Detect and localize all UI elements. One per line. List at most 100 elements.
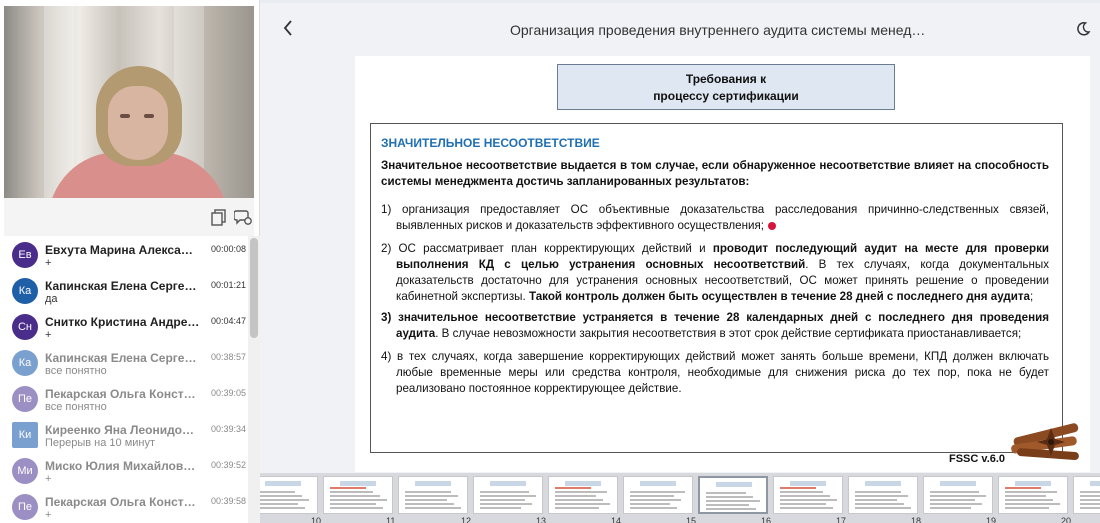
thumbnail-text-line (1005, 503, 1060, 505)
chat-author: Капинская Елена Серге… (45, 351, 197, 365)
chat-message-text: + (45, 257, 52, 269)
chat-timestamp: 00:39:52 (210, 460, 246, 470)
thumbnail-text-line (405, 507, 461, 509)
slide-thumbnail[interactable] (773, 476, 843, 514)
thumbnail-text-line (630, 499, 681, 501)
slide-thumbnail[interactable] (260, 476, 318, 514)
thumbnail-text-line (555, 499, 603, 501)
thumbnail-text-line (555, 507, 599, 509)
avatar: Ки (12, 422, 38, 448)
slide-item-2: 2) ОС рассматривает план корректирующих … (381, 241, 1049, 305)
thumbnail-accent-line (330, 487, 366, 489)
chat-message: Ки Киреенко Яна Леонидо… 00:39:34 Перерыв н… (4, 416, 252, 452)
chat-message: Пе Пекарская Ольга Конст… 00:39:05 все поня… (4, 380, 252, 416)
slide-thumbnail[interactable] (698, 476, 768, 514)
thumbnail-number: 10 (311, 516, 322, 523)
thumbnail-text-line (930, 503, 982, 505)
chat-icon[interactable] (234, 208, 252, 226)
thumbnail-title-mark (940, 481, 976, 486)
thumbnail-accent-line (555, 487, 591, 489)
thumbnail-text-line (780, 499, 837, 501)
thumbnail-text-line (1005, 495, 1046, 497)
thumbnail-text-line (706, 496, 753, 498)
chat-message-text: + (45, 473, 52, 485)
moon-icon[interactable] (1075, 21, 1091, 37)
slide-thumbnail[interactable] (473, 476, 543, 514)
chat-message: Ев Евхута Марина Алекса… 00:00:08 + (4, 236, 252, 272)
slide-thumbnail[interactable] (623, 476, 693, 514)
avatar: Пе (12, 386, 38, 412)
thumbnail-text-line (1005, 499, 1053, 501)
slide-content-box: ЗНАЧИТЕЛЬНОЕ НЕСООТВЕТСТВИЕ Значительное… (370, 123, 1063, 453)
avatar: Ми (12, 458, 38, 484)
thumbnail-number: 19 (986, 516, 997, 523)
presenter-face (108, 86, 168, 160)
thumbnail-text-line (1005, 491, 1057, 493)
slide-item-2-part-a: 2) ОС рассматривает план корректирующих … (381, 242, 713, 255)
chat-scroll-thumb[interactable] (250, 238, 258, 338)
slide-thumbnail[interactable] (998, 476, 1068, 514)
webcam-video (4, 6, 254, 198)
chat-list: Ев Евхута Марина Алекса… 00:00:08 + Ка Капинс… (4, 236, 252, 523)
thumbnail-text-line (330, 503, 376, 505)
thumbnail-text-line (855, 507, 911, 509)
avatar: Ка (12, 350, 38, 376)
app-root: Ев Евхута Марина Алекса… 00:00:08 + Ка Капинс… (0, 0, 1100, 523)
thumbnail-text-line (930, 495, 986, 497)
thumbnail-text-line (405, 499, 447, 501)
avatar: Сн (12, 314, 38, 340)
avatar: Ев (12, 242, 38, 268)
thumbnail-text-line (630, 507, 677, 509)
chat-timestamp: 00:38:57 (210, 352, 246, 362)
avatar: Пе (12, 494, 38, 520)
chevron-left-icon[interactable] (282, 19, 294, 37)
slide-heading: ЗНАЧИТЕЛЬНОЕ НЕСООТВЕТСТВИЕ (381, 136, 600, 150)
slide-thumbnail[interactable] (323, 476, 393, 514)
thumbnail-title-mark (415, 481, 451, 486)
chat-author: Снитко Кристина Андре… (45, 315, 200, 329)
chat-author: Пекарская Ольга Конст… (45, 495, 196, 509)
slide-thumbnail[interactable] (848, 476, 918, 514)
thumbnail-number: 17 (836, 516, 847, 523)
thumbnail-text-line (330, 507, 383, 509)
slide-item-2-part-d: Такой контроль должен быть осуществлен в… (528, 290, 1030, 303)
chat-scrollbar[interactable] (248, 236, 260, 523)
thumbnail-number: 14 (611, 516, 622, 523)
curtain-fold (44, 6, 74, 198)
thumbnail-text-line (260, 507, 305, 509)
thumbnail-text-line (480, 499, 525, 501)
thumbnail-text-line (480, 495, 536, 497)
chat-message: Ка Капинская Елена Серге… 00:38:57 все поня… (4, 344, 252, 380)
thumbnail-number: 11 (386, 516, 396, 523)
presentation-header: Организация проведения внутреннего аудит… (260, 3, 1100, 55)
thumbnail-title-mark (716, 482, 752, 487)
slide-thumbnail[interactable] (398, 476, 468, 514)
slide-item-1: 1) организация предоставляет ОС объектив… (381, 202, 1049, 234)
chat-message-text: да (45, 293, 58, 305)
thumbnail-text-line (405, 491, 451, 493)
slide-footer: FSSC v.6.0 (949, 453, 1006, 465)
slide: Требования к процессу сертификации ЗНАЧИ… (355, 56, 1090, 472)
copy-icon[interactable] (210, 208, 228, 226)
slide-thumbnail[interactable] (548, 476, 618, 514)
thumbnail-title-mark (490, 481, 526, 486)
slide-thumbnail[interactable] (1073, 476, 1100, 514)
thumbnail-text-line (630, 491, 685, 493)
thumbnail-text-line (855, 503, 904, 505)
thumbnail-title-mark (565, 481, 601, 486)
slide-thumbnails: 10 11 12 13 14 15 16 17 18 19 20 (260, 473, 1100, 523)
slide-thumbnail[interactable] (923, 476, 993, 514)
thumbnail-text-line (706, 508, 756, 510)
chat-timestamp: 00:39:34 (210, 424, 246, 434)
thumbnail-text-line (855, 499, 897, 501)
thumbnail-text-line (780, 491, 823, 493)
slide-intro: Значительное несоответствие выдается в т… (381, 159, 1049, 188)
chat-timestamp: 00:39:58 (210, 496, 246, 506)
thumbnail-text-line (260, 499, 309, 501)
presenter-eye (120, 114, 130, 118)
thumbnail-text-line (1080, 507, 1100, 509)
chat-toolbar (4, 198, 254, 236)
thumbnail-title-mark (865, 481, 901, 486)
chat-timestamp: 00:04:47 (210, 316, 246, 326)
chat-author: Капинская Елена Серге… (45, 279, 197, 293)
